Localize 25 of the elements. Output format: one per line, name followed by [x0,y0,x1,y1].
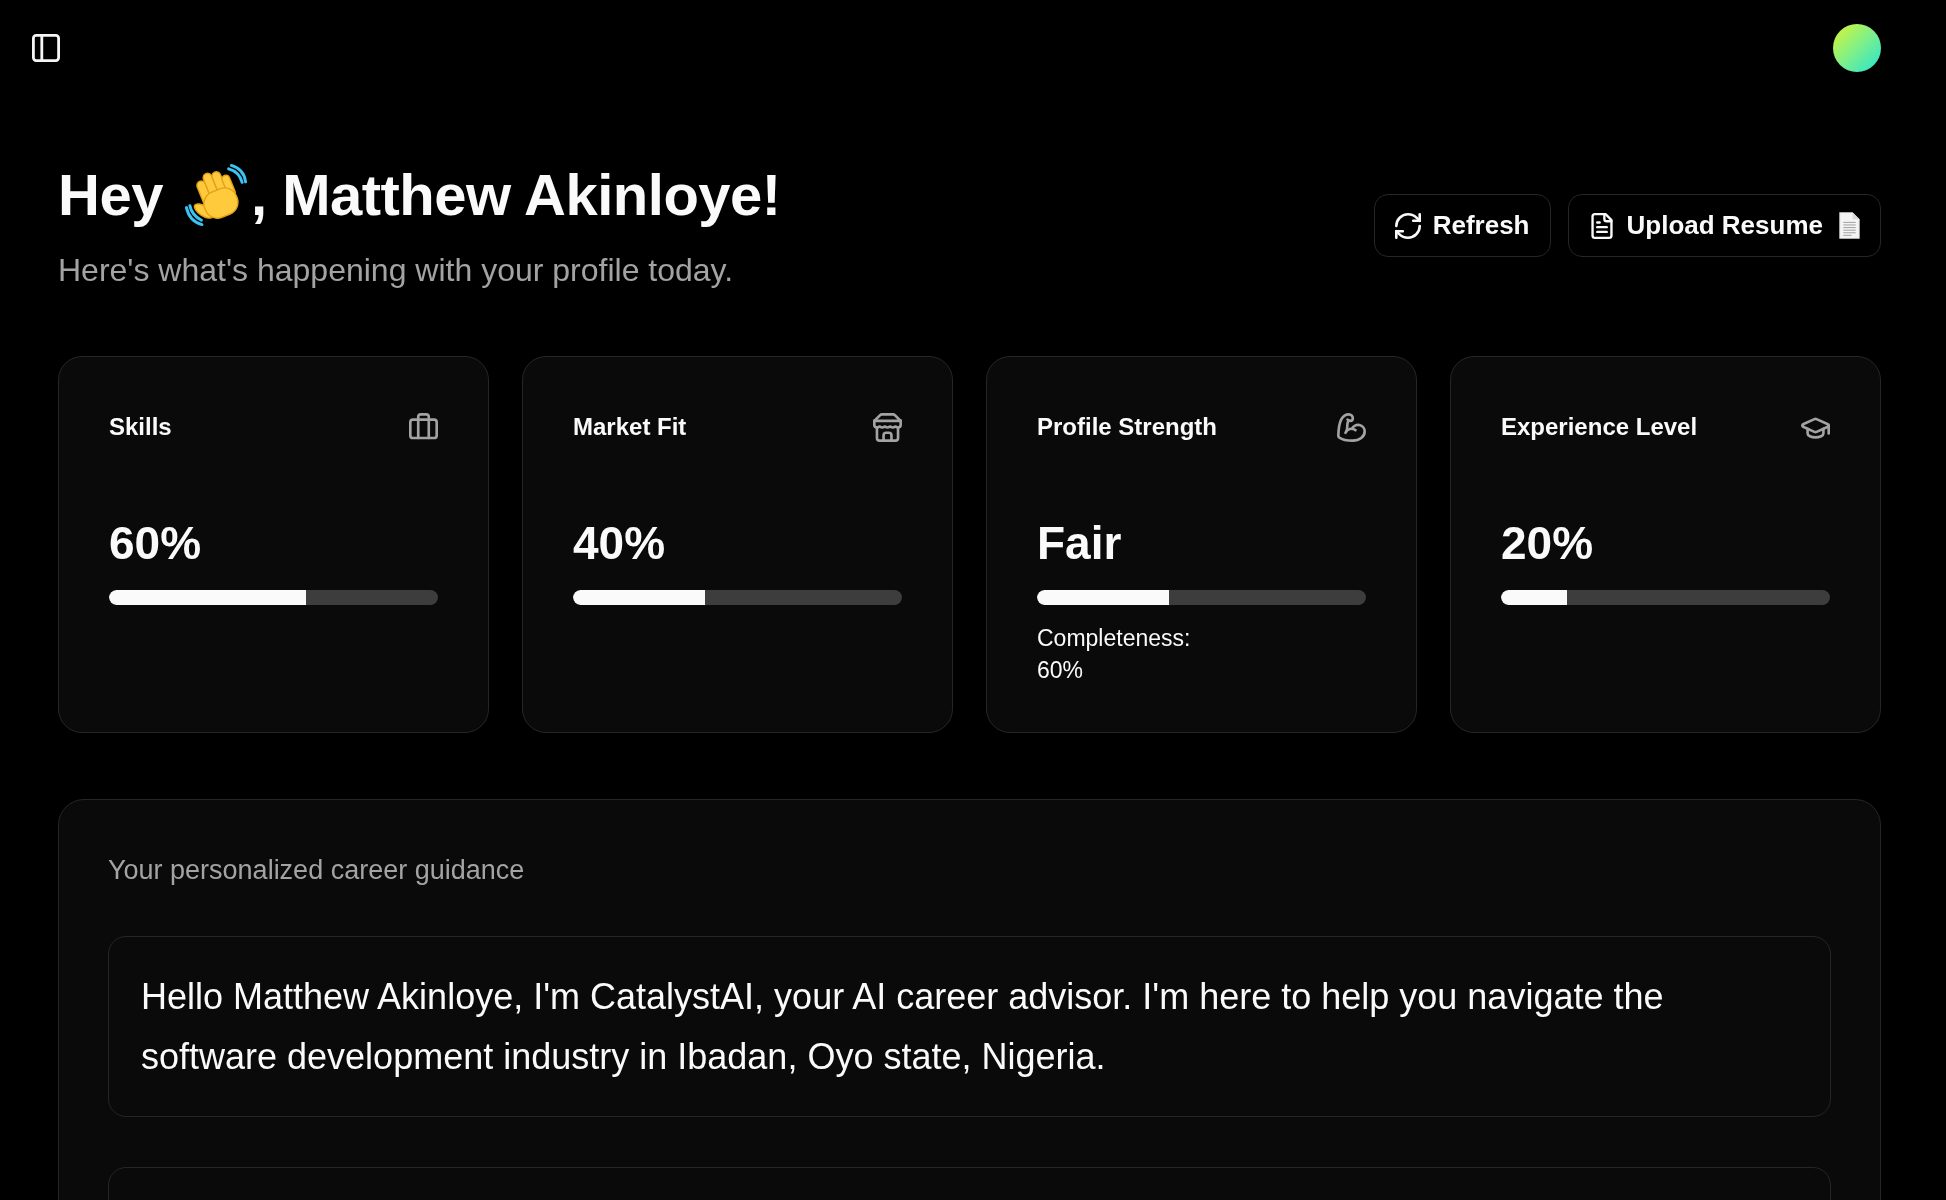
waving-hand-icon [184,164,247,226]
card-title: Skills [109,412,172,442]
refresh-icon [1394,212,1421,239]
heading-text: Hey [58,161,163,229]
refresh-button[interactable]: Refresh [1373,194,1551,257]
heading-text: , Matthew Akinloye! [250,161,781,229]
sidebar-toggle-icon[interactable] [32,34,60,62]
page-subtitle: Here's what's happening with your profile today. [58,251,735,290]
card-title: Profile Strength [1037,412,1217,442]
stat-value: 60% [109,516,203,571]
card-title: Market Fit [573,412,687,442]
upload-resume-button[interactable]: Upload Resume [1567,194,1881,257]
briefcase-icon [409,412,438,442]
page-icon [1839,212,1860,239]
message-text: Hello Matthew Akinloye, I'm CatalystAI, your AI career advisor. I'm here to help you navigate the software development industry in Ibadan, Oyo state, Nigeria. [141,975,1665,1079]
card-title: Experience Level [1501,412,1698,442]
stat-value: 40% [573,516,667,571]
store-icon [873,412,902,442]
avatar[interactable] [1833,24,1881,72]
document-icon [1588,212,1615,239]
guidance-label: Your personalized career guidance [108,854,526,886]
stat-value: 20% [1501,516,1595,571]
flexed-arm-icon [1337,412,1366,442]
stat-value: Fair [1037,516,1123,571]
completeness-text: Completeness: 60% [1037,624,1192,685]
